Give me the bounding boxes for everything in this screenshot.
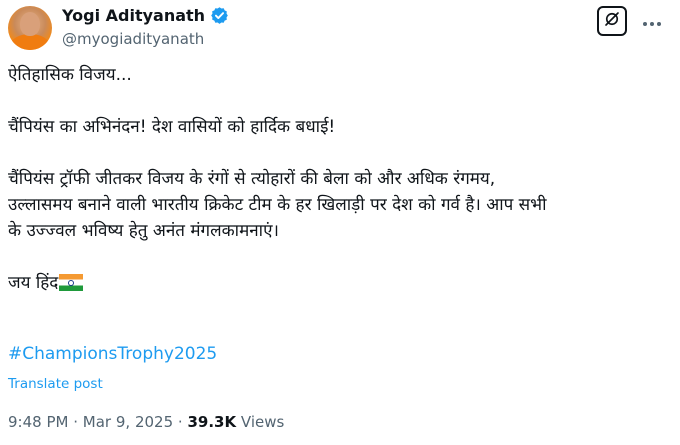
india-flag-icon <box>59 274 84 291</box>
tweet-line-jai-hind: जय हिंद <box>8 270 658 296</box>
more-icon <box>642 12 662 31</box>
author-name-row: Yogi Adityanath <box>62 6 229 25</box>
tweet-meta: 9:48 PM · Mar 9, 2025 · 39.3K Views <box>8 413 284 431</box>
meta-separator: · <box>73 413 79 431</box>
tweet-time[interactable]: 9:48 PM <box>8 413 68 431</box>
tweet-line: उल्लासमय बनाने वाली भारतीय क्रिकेट टीम क… <box>8 195 547 215</box>
meta-separator: · <box>177 413 183 431</box>
tweet-text: ऐतिहासिक विजय... चैंपियंस का अभिनंदन! दे… <box>8 62 658 296</box>
more-options-button[interactable] <box>641 10 663 32</box>
grok-icon <box>603 10 621 32</box>
views-label: Views <box>240 413 285 431</box>
translate-post-link[interactable]: Translate post <box>8 376 103 392</box>
tweet-line: के उज्ज्वल भविष्य हेतु अनंत मंगलकामनाएं। <box>8 221 279 241</box>
avatar[interactable] <box>8 6 52 50</box>
display-name[interactable]: Yogi Adityanath <box>62 6 205 25</box>
author-handle[interactable]: @myogiadityanath <box>62 30 204 48</box>
tweet-line: चैंपियंस का अभिनंदन! देश वासियों को हार्… <box>8 117 336 137</box>
grok-button[interactable] <box>597 6 627 36</box>
tweet-date[interactable]: Mar 9, 2025 <box>83 413 173 431</box>
tweet-line: ऐतिहासिक विजय... <box>8 65 132 85</box>
hashtag-link[interactable]: #ChampionsTrophy2025 <box>8 344 217 364</box>
verified-badge-icon <box>210 6 229 25</box>
views-count: 39.3K <box>187 413 237 431</box>
tweet-line: चैंपियंस ट्रॉफी जीतकर विजय के रंगों से त… <box>8 169 496 189</box>
jai-hind-text: जय हिंद <box>8 273 59 293</box>
